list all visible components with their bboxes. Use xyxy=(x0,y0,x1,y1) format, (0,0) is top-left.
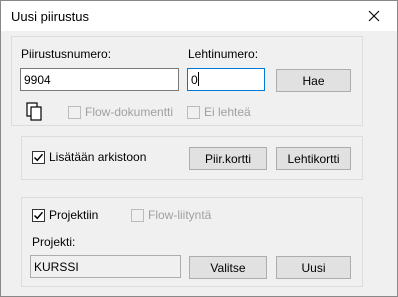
flow-dokumentti-label: Flow-dokumentti xyxy=(85,105,174,119)
ei-lehtea-checkbox[interactable]: Ei lehteä xyxy=(187,105,251,119)
projektiin-box xyxy=(32,208,45,222)
ei-lehtea-label: Ei lehteä xyxy=(204,105,251,119)
ei-lehtea-box xyxy=(187,105,200,119)
lehtinumero-label: Lehtinumero: xyxy=(188,47,259,61)
flow-liitynta-checkbox[interactable]: Flow-liityntä xyxy=(131,208,211,222)
title-bar: Uusi piirustus xyxy=(1,1,397,31)
projekti-input: KURSSI xyxy=(30,255,181,278)
flow-dokumentti-checkbox[interactable]: Flow-dokumentti xyxy=(68,105,173,119)
lisataan-arkistoon-box xyxy=(32,150,45,164)
flow-dokumentti-box xyxy=(68,105,81,119)
lehtikortti-button[interactable]: Lehtikortti xyxy=(276,147,351,170)
hae-button[interactable]: Hae xyxy=(276,69,351,92)
lisataan-arkistoon-label: Lisätään arkistoon xyxy=(49,150,147,164)
piir-kortti-button[interactable]: Piir.kortti xyxy=(189,147,267,170)
close-button[interactable] xyxy=(351,1,397,31)
checkmark-icon xyxy=(33,153,44,161)
projektiin-checkbox[interactable]: Projektiin xyxy=(32,208,98,222)
lisataan-arkistoon-checkbox[interactable]: Lisätään arkistoon xyxy=(32,150,146,164)
flow-liitynta-label: Flow-liityntä xyxy=(148,208,212,222)
flow-liitynta-box xyxy=(131,208,144,222)
checkmark-icon xyxy=(33,211,44,219)
copy-icon[interactable] xyxy=(26,102,43,121)
window-title: Uusi piirustus xyxy=(11,9,90,24)
lehtinumero-value: 0 xyxy=(191,73,198,87)
close-icon xyxy=(368,10,380,22)
valitse-button[interactable]: Valitse xyxy=(189,256,267,279)
uusi-button[interactable]: Uusi xyxy=(276,256,351,279)
piirustusnumero-label: Piirustusnumero: xyxy=(21,47,112,61)
piirustusnumero-input[interactable]: 9904 xyxy=(20,68,179,91)
projekti-label: Projekti: xyxy=(32,235,76,249)
projektiin-label: Projektiin xyxy=(49,208,99,222)
text-caret xyxy=(198,72,199,86)
dialog-window: Uusi piirustus Piirustusnumero: 9904 Leh… xyxy=(0,0,398,297)
